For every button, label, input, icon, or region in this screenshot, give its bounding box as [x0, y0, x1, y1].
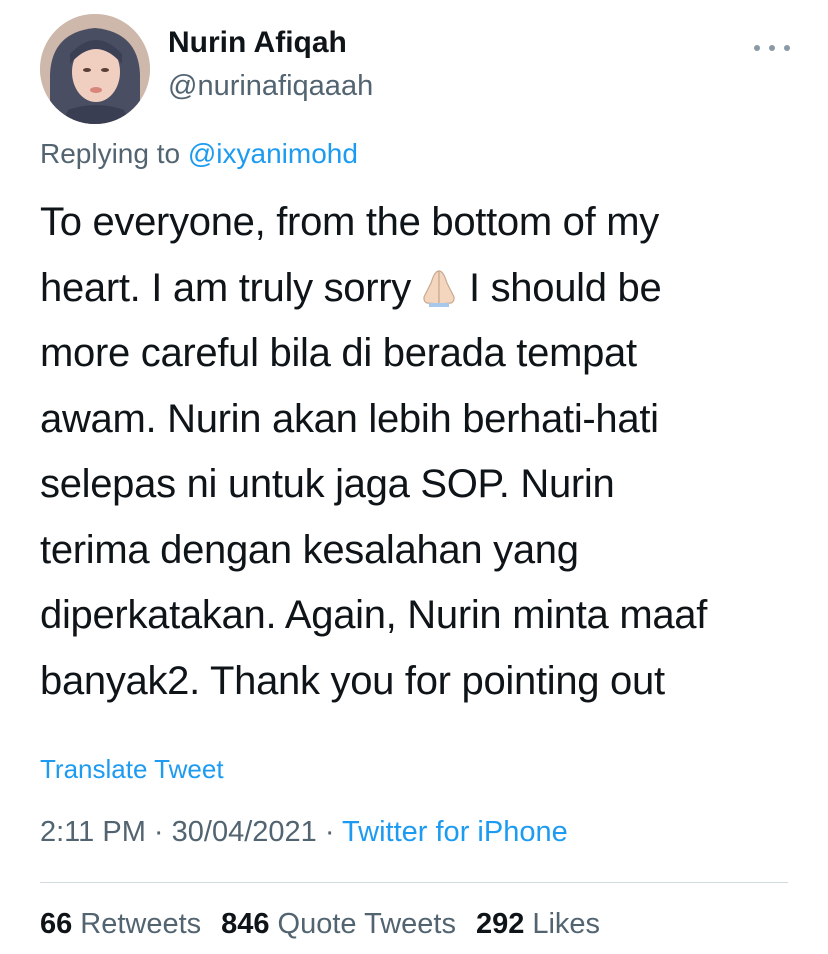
quote-tweets-stat[interactable]: 846 Quote Tweets — [221, 908, 456, 941]
more-options-icon[interactable] — [754, 38, 790, 58]
avatar[interactable] — [40, 14, 150, 124]
display-name[interactable]: Nurin Afiqah — [168, 26, 347, 60]
divider — [40, 882, 788, 883]
retweets-count: 66 — [40, 908, 73, 940]
reply-context: Replying to @ixyanimohd — [40, 138, 358, 170]
dot — [769, 45, 775, 51]
meta-separator: · — [316, 816, 343, 848]
tweet-line: awam. Nurin akan lebih berhati-hati — [40, 396, 659, 441]
tweet-line: selepas ni untuk jaga SOP. Nurin — [40, 462, 615, 506]
retweets-label: Retweets — [80, 908, 202, 940]
dot — [754, 45, 760, 51]
tweet-line: banyak2. Thank you for pointing out — [40, 658, 665, 703]
tweet-line: heart. I am truly sorry I should be — [40, 256, 800, 322]
translate-tweet-link[interactable]: Translate Tweet — [40, 754, 224, 785]
likes-stat[interactable]: 292 Likes — [476, 908, 600, 941]
likes-label: Likes — [532, 908, 601, 940]
tweet-line-part: heart. I am truly sorry — [40, 265, 411, 310]
quote-tweets-label: Quote Tweets — [277, 908, 456, 940]
avatar-image — [40, 14, 150, 124]
likes-count: 292 — [475, 908, 525, 940]
reply-prefix: Replying to — [40, 138, 181, 169]
tweet-source-link[interactable]: Twitter for iPhone — [342, 816, 568, 848]
tweet-date[interactable]: 30/04/2021 — [172, 816, 317, 848]
tweet-line: To everyone, from the bottom of my — [40, 200, 659, 244]
dot — [784, 45, 790, 51]
quote-tweets-count: 846 — [221, 908, 270, 940]
folded-hands-icon — [423, 269, 455, 307]
reply-mention-link[interactable]: @ixyanimohd — [188, 138, 358, 169]
tweet-line: terima dengan kesalahan yang — [40, 527, 579, 572]
engagement-stats: 66 Retweets 846 Quote Tweets 292 Likes — [40, 908, 600, 941]
tweet-text: To everyone, from the bottom of my heart… — [40, 190, 800, 714]
tweet-line: more careful bila di berada tempat — [40, 331, 637, 375]
retweets-stat[interactable]: 66 Retweets — [40, 908, 201, 941]
tweet-time[interactable]: 2:11 PM — [40, 816, 146, 848]
tweet-line-part: I should be — [468, 265, 662, 310]
user-handle[interactable]: @nurinafiqaaah — [168, 70, 373, 103]
tweet-meta: 2:11 PM · 30/04/2021 · Twitter for iPhon… — [40, 816, 568, 849]
meta-separator: · — [145, 816, 172, 848]
tweet-line: diperkatakan. Again, Nurin minta maaf — [40, 593, 708, 637]
